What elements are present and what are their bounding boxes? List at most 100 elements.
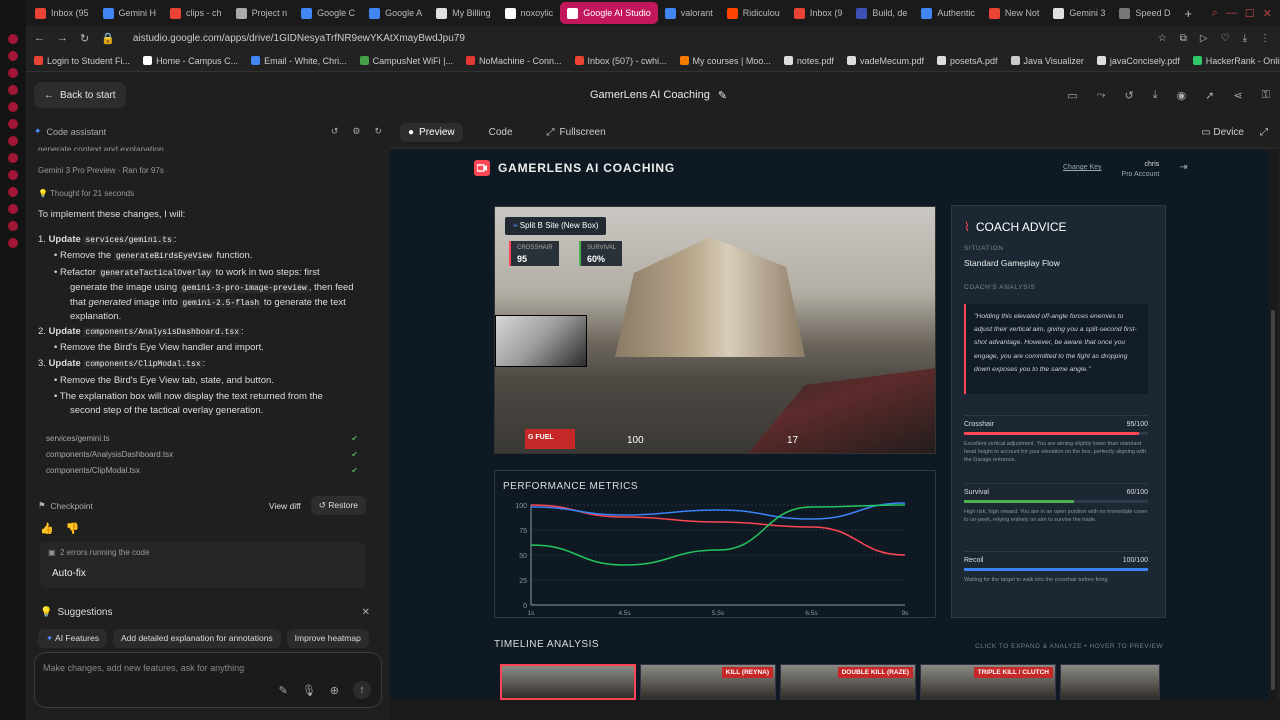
suggestion-chip[interactable]: ✦ AI Features [38, 629, 107, 648]
mic-icon[interactable]: 🎙 [302, 684, 316, 699]
logout-icon[interactable]: ⇥ [1179, 162, 1187, 173]
browser-tab[interactable]: My Billing [429, 2, 498, 24]
rail-app-icon[interactable] [8, 136, 18, 146]
preview-scrollbar[interactable] [1269, 150, 1277, 700]
site-info-icon[interactable]: 🔒 [101, 32, 115, 45]
open-external-icon[interactable]: ⤢ [1260, 127, 1268, 138]
bookmark-item[interactable]: notes.pdf [783, 56, 834, 66]
browser-tab[interactable]: noxoylic [498, 2, 561, 24]
bookmark-icon[interactable]: ☆ [1158, 33, 1167, 44]
rail-app-icon[interactable] [8, 238, 18, 248]
search-tabs-icon[interactable]: ⌕ [1212, 7, 1218, 20]
changed-file[interactable]: components/ClipModal.tsx ✔ [46, 466, 358, 475]
back-to-start-button[interactable]: ← Back to start [34, 82, 126, 108]
device-button[interactable]: ▭ Device [1201, 127, 1244, 138]
changed-file[interactable]: services/gemini.ts ✔ [46, 434, 358, 443]
gameplay-video[interactable]: ⌖ Split B Site (New Box) CROSSHAIR 95 SUR… [494, 206, 936, 454]
rail-app-icon[interactable] [8, 68, 18, 78]
browser-tab[interactable]: Gemini 3 [1046, 2, 1112, 24]
tab-code[interactable]: Code [481, 123, 521, 142]
browser-tab[interactable]: Inbox (9 [787, 2, 850, 24]
reload-icon[interactable]: ↻ [80, 32, 89, 45]
thumbs-up-icon[interactable]: 👍 [40, 522, 54, 535]
key-icon[interactable]: ⚿ [1262, 89, 1270, 102]
browser-tab[interactable]: Gemini H [96, 2, 164, 24]
timeline-clip[interactable] [500, 664, 636, 700]
rail-app-icon[interactable] [8, 85, 18, 95]
save-icon[interactable]: ▭ [1067, 89, 1077, 102]
bookmark-item[interactable]: posetsA.pdf [936, 56, 998, 66]
browser-tab[interactable]: Ridiculou [720, 2, 787, 24]
timeline-clip[interactable]: TRIPLE KILL / CLUTCH [920, 664, 1056, 700]
forward-nav-icon[interactable]: → [57, 32, 68, 44]
bookmark-item[interactable]: HackerRank - Onlin... [1192, 56, 1280, 66]
share-link-icon[interactable]: ⤳ [1097, 89, 1106, 102]
rail-app-icon[interactable] [8, 221, 18, 231]
back-nav-icon[interactable]: ← [34, 32, 45, 44]
download-icon[interactable]: ⤓ [1243, 33, 1247, 44]
bookmark-item[interactable]: javaConcisely.pdf [1096, 56, 1180, 66]
tab-preview[interactable]: ● Preview [400, 123, 463, 142]
timeline-clip[interactable]: KILL (REYNA) [640, 664, 776, 700]
url-field[interactable]: aistudio.google.com/apps/drive/1GIDNesya… [133, 33, 465, 44]
share-icon[interactable]: ⋖ [1233, 89, 1242, 102]
history-icon[interactable]: ↺ [331, 126, 339, 137]
rail-app-icon[interactable] [8, 153, 18, 163]
send-arrow-icon[interactable]: ↑ [353, 681, 371, 699]
send-icon[interactable]: ▷ [1200, 33, 1208, 44]
browser-tab[interactable]: Build, de [849, 2, 914, 24]
refresh-icon[interactable]: ↻ [374, 126, 382, 137]
browser-tab[interactable]: Authentic [914, 2, 982, 24]
rail-app-icon[interactable] [8, 187, 18, 197]
browser-tab[interactable]: New Not [982, 2, 1047, 24]
menu-icon[interactable]: ⋮ [1260, 33, 1270, 44]
browser-tab[interactable]: valorant [658, 2, 720, 24]
fullscreen-button[interactable]: ⤢ Fullscreen [539, 123, 614, 142]
new-tab-button[interactable]: + [1177, 2, 1199, 24]
rail-app-icon[interactable] [8, 34, 18, 44]
close-window-icon[interactable]: ✕ [1263, 7, 1272, 20]
timeline-clip[interactable] [1060, 664, 1160, 700]
browser-tab[interactable]: Google C [294, 2, 362, 24]
suggestion-chip[interactable]: Add detailed explanation for annotations [112, 629, 281, 648]
bookmark-item[interactable]: Login to Student Fi... [34, 56, 130, 66]
magic-wand-icon[interactable]: ✎ [279, 684, 288, 699]
settings-gear-icon[interactable]: ⚙ [352, 126, 360, 137]
edit-pencil-icon[interactable]: ✎ [718, 89, 727, 102]
add-icon[interactable]: ⊕ [330, 684, 339, 699]
bookmark-item[interactable]: Inbox (507) - cwhi... [574, 56, 667, 66]
rail-app-icon[interactable] [8, 119, 18, 129]
changed-file[interactable]: components/AnalysisDashboard.tsx ✔ [46, 450, 358, 459]
bookmark-item[interactable]: Java Visualizer [1010, 56, 1084, 66]
browser-tab[interactable]: clips - ch [163, 2, 229, 24]
bookmark-item[interactable]: vadeMecum.pdf [846, 56, 924, 66]
favorite-icon[interactable]: ♡ [1221, 33, 1230, 44]
view-diff-button[interactable]: View diff [269, 501, 301, 511]
bookmark-item[interactable]: CampusNet WiFi |... [359, 56, 453, 66]
github-icon[interactable]: ◉ [1177, 89, 1187, 102]
browser-tab[interactable]: Inbox (95 [28, 2, 96, 24]
browser-tab[interactable]: Speed D [1112, 2, 1177, 24]
scroll-thumb[interactable] [1271, 310, 1275, 690]
suggestion-chip[interactable]: Improve heatmap [286, 629, 369, 648]
thought-toggle[interactable]: 💡 Thought for 21 seconds [38, 187, 134, 201]
bookmark-item[interactable]: Home - Campus C... [143, 56, 238, 66]
screenshot-icon[interactable]: ⧉ [1180, 33, 1187, 44]
bookmark-item[interactable]: Email - White, Chri... [251, 56, 347, 66]
rail-app-icon[interactable] [8, 51, 18, 61]
deploy-rocket-icon[interactable]: ➚ [1205, 89, 1214, 102]
prompt-input[interactable] [43, 663, 343, 673]
timeline-clip[interactable]: DOUBLE KILL (RAZE) [780, 664, 916, 700]
bookmark-item[interactable]: My courses | Moo... [679, 56, 771, 66]
minimize-icon[interactable]: — [1226, 7, 1237, 20]
bookmark-item[interactable]: NoMachine - Conn... [465, 56, 562, 66]
rail-app-icon[interactable] [8, 102, 18, 112]
change-key-link[interactable]: Change Key [1063, 164, 1102, 171]
thumbs-down-icon[interactable]: 👎 [66, 522, 80, 535]
rail-app-icon[interactable] [8, 170, 18, 180]
auto-fix-button[interactable]: Auto-fix [52, 568, 86, 579]
history-icon[interactable]: ↺ [1124, 89, 1133, 102]
download-app-icon[interactable]: ⤓ [1153, 89, 1158, 102]
browser-tab[interactable]: Google AI Studio [560, 2, 658, 24]
maximize-icon[interactable]: ☐ [1245, 7, 1255, 20]
